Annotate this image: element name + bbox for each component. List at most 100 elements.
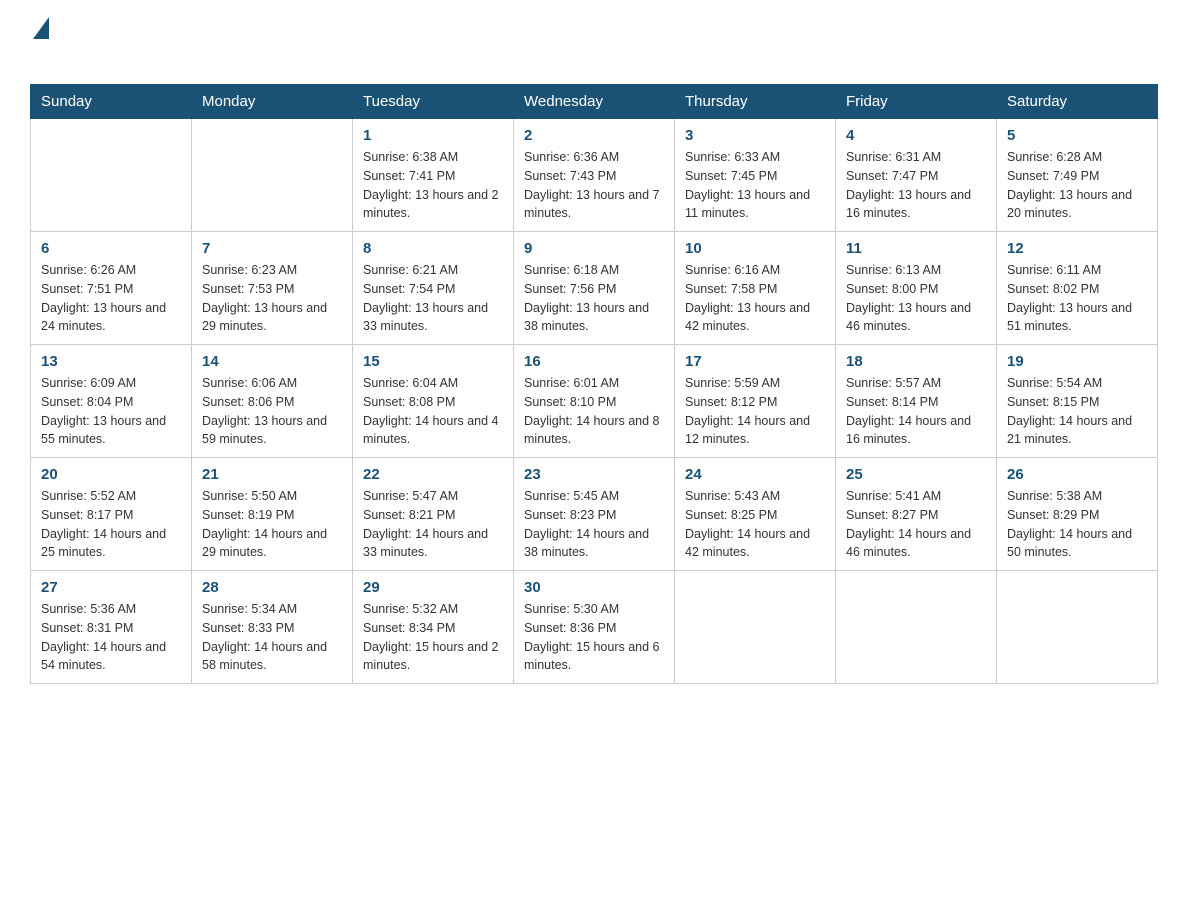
day-info: Sunrise: 6:09 AMSunset: 8:04 PMDaylight:… bbox=[41, 374, 181, 449]
day-number: 30 bbox=[524, 579, 664, 596]
day-number: 23 bbox=[524, 466, 664, 483]
day-info: Sunrise: 6:33 AMSunset: 7:45 PMDaylight:… bbox=[685, 148, 825, 223]
calendar-cell bbox=[675, 571, 836, 684]
calendar-header-monday: Monday bbox=[192, 85, 353, 119]
day-info: Sunrise: 6:13 AMSunset: 8:00 PMDaylight:… bbox=[846, 261, 986, 336]
day-number: 5 bbox=[1007, 127, 1147, 144]
day-info: Sunrise: 5:50 AMSunset: 8:19 PMDaylight:… bbox=[202, 487, 342, 562]
calendar-cell: 24 Sunrise: 5:43 AMSunset: 8:25 PMDayligh… bbox=[675, 458, 836, 571]
calendar-cell: 30 Sunrise: 5:30 AMSunset: 8:36 PMDayligh… bbox=[514, 571, 675, 684]
day-number: 16 bbox=[524, 353, 664, 370]
calendar-cell: 15 Sunrise: 6:04 AMSunset: 8:08 PMDayligh… bbox=[353, 345, 514, 458]
calendar-week-1: 1 Sunrise: 6:38 AMSunset: 7:41 PMDaylight… bbox=[31, 119, 1158, 232]
day-info: Sunrise: 6:23 AMSunset: 7:53 PMDaylight:… bbox=[202, 261, 342, 336]
calendar-cell: 19 Sunrise: 5:54 AMSunset: 8:15 PMDayligh… bbox=[997, 345, 1158, 458]
calendar-cell: 10 Sunrise: 6:16 AMSunset: 7:58 PMDayligh… bbox=[675, 232, 836, 345]
day-number: 6 bbox=[41, 240, 181, 257]
day-number: 24 bbox=[685, 466, 825, 483]
calendar-cell: 14 Sunrise: 6:06 AMSunset: 8:06 PMDayligh… bbox=[192, 345, 353, 458]
day-number: 9 bbox=[524, 240, 664, 257]
calendar-header-wednesday: Wednesday bbox=[514, 85, 675, 119]
day-info: Sunrise: 6:16 AMSunset: 7:58 PMDaylight:… bbox=[685, 261, 825, 336]
day-info: Sunrise: 6:31 AMSunset: 7:47 PMDaylight:… bbox=[846, 148, 986, 223]
calendar-cell: 20 Sunrise: 5:52 AMSunset: 8:17 PMDayligh… bbox=[31, 458, 192, 571]
day-info: Sunrise: 6:04 AMSunset: 8:08 PMDaylight:… bbox=[363, 374, 503, 449]
calendar-header-friday: Friday bbox=[836, 85, 997, 119]
calendar-cell: 12 Sunrise: 6:11 AMSunset: 8:02 PMDayligh… bbox=[997, 232, 1158, 345]
day-info: Sunrise: 6:11 AMSunset: 8:02 PMDaylight:… bbox=[1007, 261, 1147, 336]
day-info: Sunrise: 5:54 AMSunset: 8:15 PMDaylight:… bbox=[1007, 374, 1147, 449]
day-info: Sunrise: 6:21 AMSunset: 7:54 PMDaylight:… bbox=[363, 261, 503, 336]
day-number: 26 bbox=[1007, 466, 1147, 483]
day-info: Sunrise: 5:34 AMSunset: 8:33 PMDaylight:… bbox=[202, 600, 342, 675]
day-number: 10 bbox=[685, 240, 825, 257]
day-number: 20 bbox=[41, 466, 181, 483]
calendar-cell bbox=[997, 571, 1158, 684]
day-number: 12 bbox=[1007, 240, 1147, 257]
calendar-cell: 21 Sunrise: 5:50 AMSunset: 8:19 PMDayligh… bbox=[192, 458, 353, 571]
day-number: 17 bbox=[685, 353, 825, 370]
calendar-cell: 18Sunrise: 5:57 AMSunset: 8:14 PMDayligh… bbox=[836, 345, 997, 458]
logo bbox=[30, 20, 49, 74]
calendar-cell: 8 Sunrise: 6:21 AMSunset: 7:54 PMDaylight… bbox=[353, 232, 514, 345]
day-number: 18 bbox=[846, 353, 986, 370]
calendar-cell: 27 Sunrise: 5:36 AMSunset: 8:31 PMDayligh… bbox=[31, 571, 192, 684]
day-info: Sunrise: 6:18 AMSunset: 7:56 PMDaylight:… bbox=[524, 261, 664, 336]
day-number: 27 bbox=[41, 579, 181, 596]
logo-blue-text bbox=[30, 42, 32, 74]
day-number: 1 bbox=[363, 127, 503, 144]
day-number: 14 bbox=[202, 353, 342, 370]
day-info: Sunrise: 5:30 AMSunset: 8:36 PMDaylight:… bbox=[524, 600, 664, 675]
calendar-cell: 5 Sunrise: 6:28 AMSunset: 7:49 PMDaylight… bbox=[997, 119, 1158, 232]
day-number: 28 bbox=[202, 579, 342, 596]
calendar-week-3: 13 Sunrise: 6:09 AMSunset: 8:04 PMDayligh… bbox=[31, 345, 1158, 458]
day-number: 11 bbox=[846, 240, 986, 257]
calendar-cell: 29 Sunrise: 5:32 AMSunset: 8:34 PMDayligh… bbox=[353, 571, 514, 684]
calendar-week-2: 6 Sunrise: 6:26 AMSunset: 7:51 PMDaylight… bbox=[31, 232, 1158, 345]
day-number: 21 bbox=[202, 466, 342, 483]
calendar-cell: 16 Sunrise: 6:01 AMSunset: 8:10 PMDayligh… bbox=[514, 345, 675, 458]
calendar-week-4: 20 Sunrise: 5:52 AMSunset: 8:17 PMDayligh… bbox=[31, 458, 1158, 571]
calendar-cell: 7Sunrise: 6:23 AMSunset: 7:53 PMDaylight… bbox=[192, 232, 353, 345]
day-number: 15 bbox=[363, 353, 503, 370]
day-number: 13 bbox=[41, 353, 181, 370]
day-number: 4 bbox=[846, 127, 986, 144]
day-number: 2 bbox=[524, 127, 664, 144]
calendar-header-thursday: Thursday bbox=[675, 85, 836, 119]
day-info: Sunrise: 5:47 AMSunset: 8:21 PMDaylight:… bbox=[363, 487, 503, 562]
day-number: 19 bbox=[1007, 353, 1147, 370]
day-info: Sunrise: 5:43 AMSunset: 8:25 PMDaylight:… bbox=[685, 487, 825, 562]
day-number: 25 bbox=[846, 466, 986, 483]
calendar-cell: 9 Sunrise: 6:18 AMSunset: 7:56 PMDaylight… bbox=[514, 232, 675, 345]
day-info: Sunrise: 5:32 AMSunset: 8:34 PMDaylight:… bbox=[363, 600, 503, 675]
calendar-cell bbox=[192, 119, 353, 232]
calendar-cell: 3Sunrise: 6:33 AMSunset: 7:45 PMDaylight… bbox=[675, 119, 836, 232]
day-info: Sunrise: 6:38 AMSunset: 7:41 PMDaylight:… bbox=[363, 148, 503, 223]
day-number: 8 bbox=[363, 240, 503, 257]
day-info: Sunrise: 5:52 AMSunset: 8:17 PMDaylight:… bbox=[41, 487, 181, 562]
calendar-header-tuesday: Tuesday bbox=[353, 85, 514, 119]
calendar-cell: 25 Sunrise: 5:41 AMSunset: 8:27 PMDayligh… bbox=[836, 458, 997, 571]
calendar-table: SundayMondayTuesdayWednesdayThursdayFrid… bbox=[30, 84, 1158, 684]
day-info: Sunrise: 6:28 AMSunset: 7:49 PMDaylight:… bbox=[1007, 148, 1147, 223]
day-number: 29 bbox=[363, 579, 503, 596]
day-info: Sunrise: 6:26 AMSunset: 7:51 PMDaylight:… bbox=[41, 261, 181, 336]
day-info: Sunrise: 5:59 AMSunset: 8:12 PMDaylight:… bbox=[685, 374, 825, 449]
calendar-cell bbox=[31, 119, 192, 232]
calendar-cell: 28 Sunrise: 5:34 AMSunset: 8:33 PMDayligh… bbox=[192, 571, 353, 684]
calendar-cell: 2Sunrise: 6:36 AMSunset: 7:43 PMDaylight… bbox=[514, 119, 675, 232]
calendar-week-5: 27 Sunrise: 5:36 AMSunset: 8:31 PMDayligh… bbox=[31, 571, 1158, 684]
day-info: Sunrise: 6:01 AMSunset: 8:10 PMDaylight:… bbox=[524, 374, 664, 449]
calendar-cell: 1 Sunrise: 6:38 AMSunset: 7:41 PMDaylight… bbox=[353, 119, 514, 232]
day-info: Sunrise: 5:36 AMSunset: 8:31 PMDaylight:… bbox=[41, 600, 181, 675]
calendar-cell: 4 Sunrise: 6:31 AMSunset: 7:47 PMDaylight… bbox=[836, 119, 997, 232]
logo-arrow-icon bbox=[33, 17, 49, 39]
day-info: Sunrise: 5:41 AMSunset: 8:27 PMDaylight:… bbox=[846, 487, 986, 562]
calendar-cell: 11 Sunrise: 6:13 AMSunset: 8:00 PMDayligh… bbox=[836, 232, 997, 345]
calendar-cell bbox=[836, 571, 997, 684]
calendar-cell: 23 Sunrise: 5:45 AMSunset: 8:23 PMDayligh… bbox=[514, 458, 675, 571]
calendar-cell: 6 Sunrise: 6:26 AMSunset: 7:51 PMDaylight… bbox=[31, 232, 192, 345]
calendar-header-saturday: Saturday bbox=[997, 85, 1158, 119]
day-info: Sunrise: 5:45 AMSunset: 8:23 PMDaylight:… bbox=[524, 487, 664, 562]
day-info: Sunrise: 6:06 AMSunset: 8:06 PMDaylight:… bbox=[202, 374, 342, 449]
